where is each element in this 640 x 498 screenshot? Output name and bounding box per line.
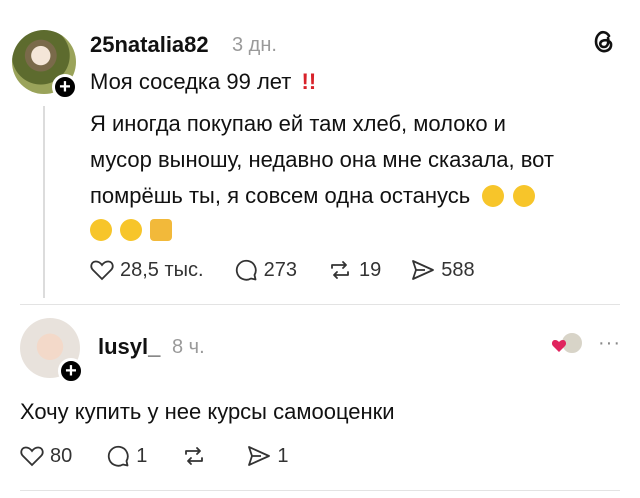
liked-by-author-icon	[550, 330, 584, 358]
post-time: 3 дн.	[232, 34, 277, 56]
reply-share-count: 1	[277, 444, 289, 467]
repost-button[interactable]: 19	[327, 259, 381, 282]
post-line-2: мусор выношу, недавно она мне сказала, в…	[90, 147, 555, 172]
post-actions: 28,5 тыс. 273 19 588	[90, 258, 505, 282]
reply-follow-button[interactable]: +	[58, 358, 84, 384]
comment-icon	[108, 445, 129, 467]
post-emoji-line	[90, 212, 174, 248]
thread-line	[43, 106, 45, 298]
post-title-line: Моя соседка 99 лет !!	[90, 64, 316, 100]
send-icon	[248, 446, 271, 466]
thumbs-up-icon	[150, 219, 173, 241]
zany-face-icon	[512, 185, 535, 207]
heart-icon	[90, 260, 114, 281]
reply-text: Хочу купить у нее курсы самооценки	[20, 399, 395, 424]
rofl-face-icon	[120, 219, 143, 241]
reply-button[interactable]: 273	[234, 258, 297, 282]
reply-username[interactable]: lusyl_	[98, 334, 160, 360]
more-options-button[interactable]: ···	[598, 332, 621, 355]
post-title-text: Моя соседка 99 лет	[90, 69, 292, 94]
reply-reply-count: 1	[136, 444, 148, 467]
reply-avatar[interactable]: +	[20, 318, 84, 384]
send-icon	[412, 260, 435, 280]
divider	[20, 490, 620, 491]
post-line-3: помрёшь ты, я совсем одна останусь	[90, 178, 537, 214]
post-line-1: Я иногда покупаю ей там хлеб, молоко и	[90, 111, 506, 136]
post-line-3-text: помрёшь ты, я совсем одна останусь	[90, 183, 471, 208]
reply-reply-button[interactable]: 1	[106, 444, 147, 468]
heart-icon	[20, 446, 44, 467]
divider	[20, 304, 620, 305]
reply-count: 273	[263, 258, 297, 281]
like-button[interactable]: 28,5 тыс.	[90, 259, 204, 282]
joy-face-icon	[90, 219, 112, 241]
reply-like-count: 80	[50, 444, 73, 467]
reply-like-button[interactable]: 80	[20, 445, 72, 468]
repost-icon	[331, 261, 349, 279]
repost-icon	[185, 447, 204, 465]
repost-count: 19	[358, 258, 382, 281]
grinning-face-icon	[482, 185, 505, 207]
like-count: 28,5 тыс.	[120, 258, 204, 281]
share-count: 588	[441, 258, 475, 281]
comment-icon	[235, 259, 257, 281]
avatar[interactable]: +	[12, 30, 78, 100]
reply-time: 8 ч.	[172, 336, 205, 358]
reply-actions: 80 1 1	[20, 444, 319, 468]
double-exclamation-icon: !!	[301, 69, 317, 94]
follow-button[interactable]: +	[52, 74, 78, 100]
reply-repost-button[interactable]	[181, 445, 213, 467]
reply-share-button[interactable]: 1	[247, 444, 289, 468]
threads-logo-icon[interactable]	[592, 28, 616, 61]
share-button[interactable]: 588	[411, 258, 475, 282]
post-username[interactable]: 25natalia82	[90, 32, 209, 58]
